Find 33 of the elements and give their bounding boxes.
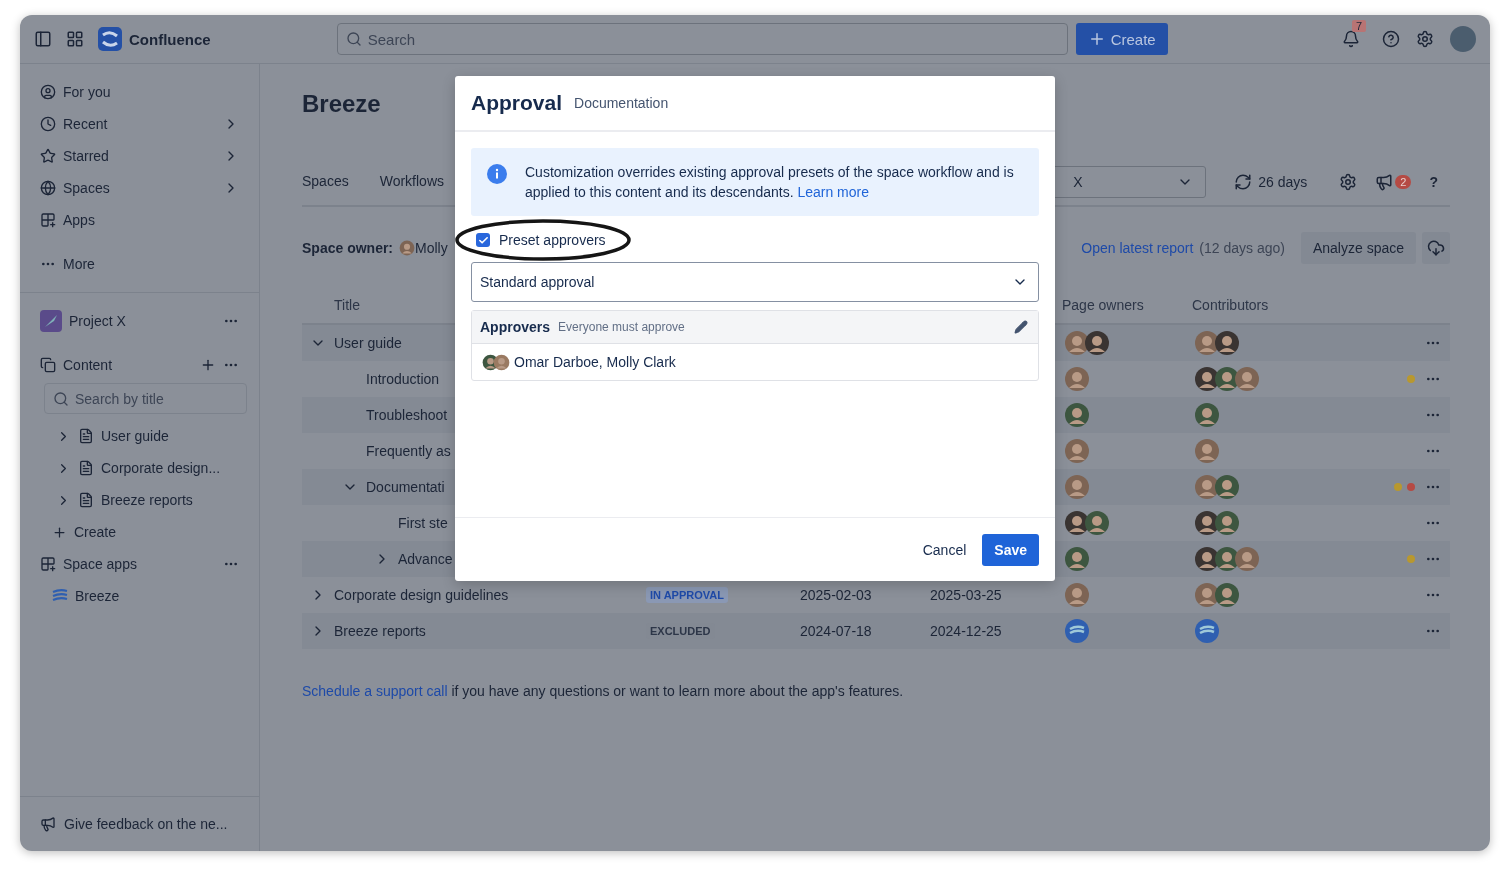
date-cell-text: 2025-03-25 <box>930 587 1003 603</box>
page-title-cell: Frequently as <box>366 443 451 459</box>
page-title-cell: Breeze reports <box>334 623 426 639</box>
support-note: Schedule a support call if you have any questions or want to learn more about the app's features. <box>302 683 905 699</box>
product-name: Confluence <box>129 30 211 48</box>
page-title-cell: Troubleshoot <box>366 407 448 423</box>
info-text: Customization overrides existing approval presets of the space workflow and is applied to this content and its descendants. Learn more <box>525 163 1015 202</box>
status-label: IN APPROVAL <box>646 587 728 603</box>
refresh-status: 26 days <box>1234 173 1308 191</box>
notification-badge: 7 <box>1351 20 1366 32</box>
page-title-cell: Documentati <box>366 479 445 495</box>
column-header: Contributors <box>1191 297 1270 313</box>
date-cell-text: 2024-07-18 <box>800 623 873 639</box>
page-title-cell: Corporate design guidelines <box>334 587 509 603</box>
approver-names: Omar Darboe, Molly Clark <box>514 354 676 370</box>
owner-label: Space owner: <box>302 240 394 256</box>
column-header: Title <box>334 297 360 313</box>
page-title-cell: User guide <box>334 335 402 351</box>
page-title: Breeze <box>302 89 381 119</box>
dialog-subtitle: Documentation <box>574 95 669 111</box>
date-cell-text: 2024-12-25 <box>930 623 1003 639</box>
report-age: (12 days ago) <box>1199 240 1285 256</box>
approval-rule: Everyone must approve <box>558 320 686 334</box>
owner-name: Molly <box>415 240 448 256</box>
page-title-cell: First ste <box>398 515 448 531</box>
count-badge: 2 <box>1395 175 1412 189</box>
page-title-cell: Introduction <box>366 371 440 387</box>
column-header: Page owners <box>1061 297 1145 313</box>
date-cell-text: 2025-02-03 <box>800 587 873 603</box>
dialog-title: Approval <box>471 91 562 115</box>
page-title-cell: Advance <box>398 551 453 567</box>
checkbox-label: Preset approvers <box>499 232 606 248</box>
card-title: Approvers <box>480 319 551 335</box>
